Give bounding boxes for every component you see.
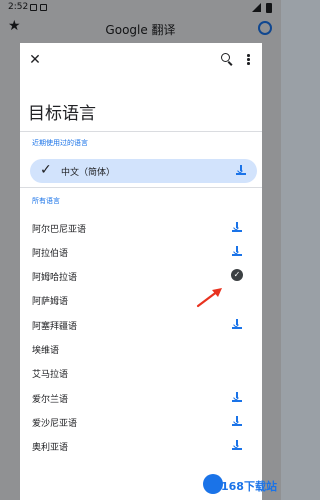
check-icon: ✓ [40, 162, 52, 178]
language-row[interactable]: 阿尔巴尼亚语 [20, 216, 262, 240]
divider [20, 187, 262, 188]
selected-language-name: 中文（简体） [61, 168, 116, 178]
divider [20, 131, 262, 132]
language-name: 阿姆哈拉语 [32, 273, 78, 283]
language-row[interactable]: 爱尔兰语 [20, 386, 262, 410]
close-icon[interactable]: ✕ [28, 53, 42, 67]
language-row[interactable]: 阿塞拜疆语 [20, 313, 262, 337]
recent-languages-label: 近期使用过的语言 [32, 139, 88, 147]
watermark: 168下载站 [203, 474, 277, 494]
dialog-title: 目标语言 [28, 104, 96, 124]
annotation-arrow-icon [196, 288, 222, 308]
watermark-text: 168下载站 [221, 480, 277, 493]
language-name: 奥利亚语 [32, 443, 69, 453]
download-icon[interactable] [232, 416, 242, 426]
search-icon[interactable] [221, 53, 233, 66]
download-icon[interactable] [232, 440, 242, 450]
download-icon[interactable] [232, 319, 242, 329]
download-icon[interactable] [232, 392, 242, 402]
download-icon[interactable] [232, 246, 242, 256]
target-language-dialog: ✕ 目标语言 近期使用过的语言 ✓ 中文（简体） 所有语言 阿尔巴尼亚语 阿拉伯… [20, 43, 262, 500]
language-name: 埃维语 [32, 346, 60, 356]
language-row[interactable]: 阿姆哈拉语 ✓ [20, 264, 262, 288]
language-name: 艾马拉语 [32, 370, 69, 380]
more-options-icon[interactable] [247, 54, 251, 66]
downloaded-check-icon[interactable]: ✓ [231, 269, 243, 281]
language-row[interactable]: 阿萨姆语 [20, 288, 262, 312]
language-row[interactable]: 艾马拉语 [20, 361, 262, 385]
language-name: 阿拉伯语 [32, 249, 69, 259]
language-name: 爱沙尼亚语 [32, 419, 78, 429]
download-icon[interactable] [232, 222, 242, 232]
language-name: 阿尔巴尼亚语 [32, 225, 87, 235]
watermark-logo-icon [203, 474, 223, 494]
language-name: 爱尔兰语 [32, 395, 69, 405]
download-icon[interactable] [236, 165, 246, 175]
language-row[interactable]: 阿拉伯语 [20, 240, 262, 264]
all-languages-label: 所有语言 [32, 197, 60, 205]
language-name: 阿塞拜疆语 [32, 322, 78, 332]
language-row[interactable]: 爱沙尼亚语 [20, 410, 262, 434]
selected-language-item[interactable]: ✓ 中文（简体） [30, 159, 257, 183]
language-row[interactable]: 埃维语 [20, 337, 262, 361]
language-name: 阿萨姆语 [32, 297, 69, 307]
language-row[interactable]: 奥利亚语 [20, 434, 262, 458]
dialog-toolbar: ✕ [20, 43, 262, 83]
